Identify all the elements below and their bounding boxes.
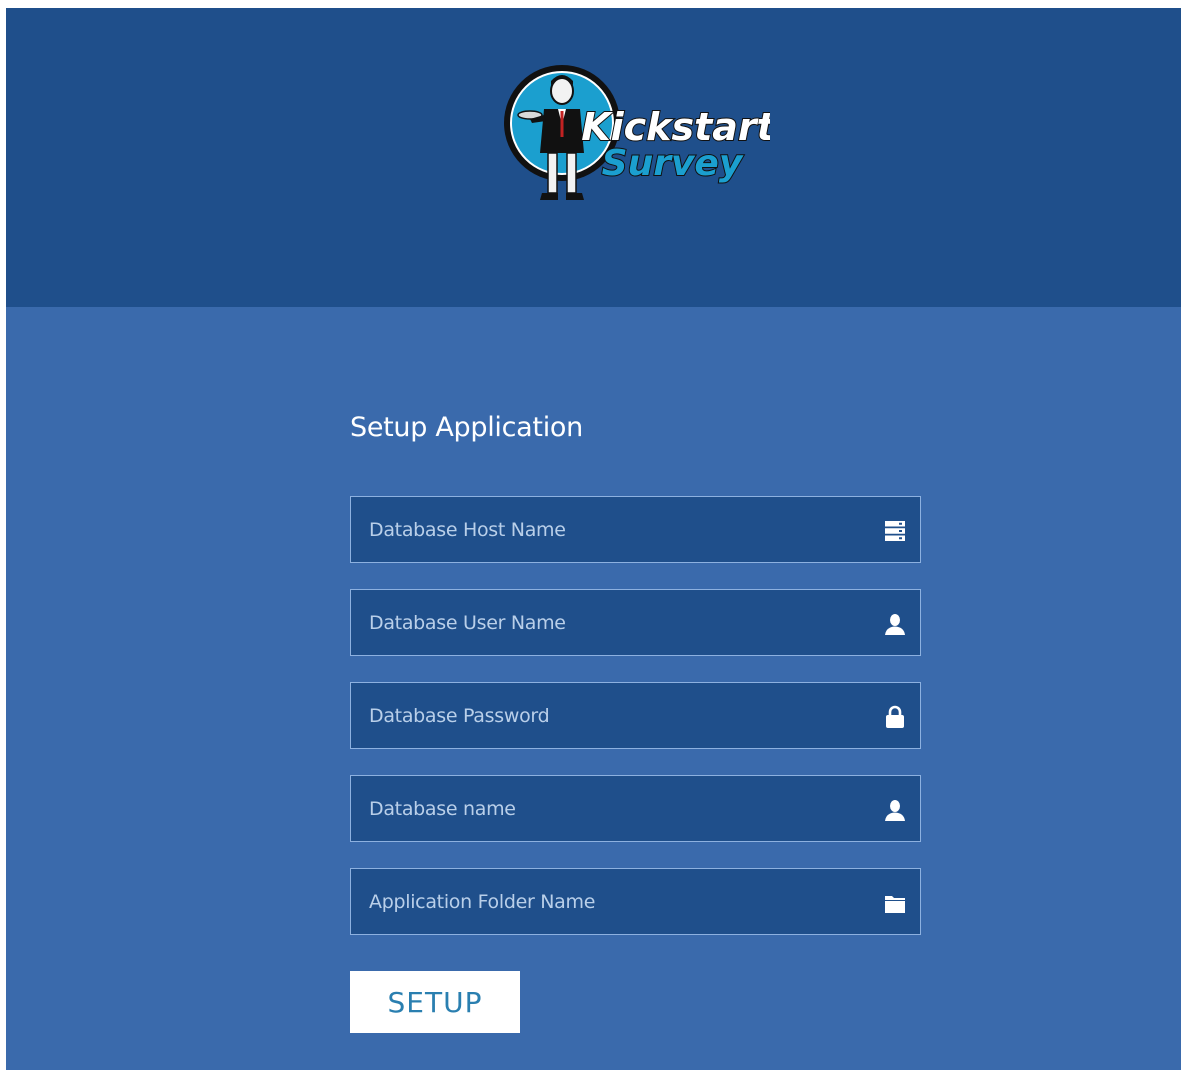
- setup-button[interactable]: SETUP: [350, 971, 520, 1033]
- page: Kickstart Survey Setup Application Datab…: [6, 8, 1181, 1070]
- server-icon: [885, 521, 905, 541]
- database-host-input[interactable]: [351, 497, 920, 562]
- logo-text-survey: Survey: [602, 143, 744, 184]
- lock-icon: [886, 705, 904, 728]
- folder-icon: [885, 896, 905, 913]
- database-password-field[interactable]: [350, 682, 921, 749]
- database-user-field[interactable]: [350, 589, 921, 656]
- application-folder-input[interactable]: [351, 869, 920, 934]
- database-host-field[interactable]: [350, 496, 921, 563]
- application-folder-field[interactable]: [350, 868, 921, 935]
- form-title: Setup Application: [350, 412, 583, 443]
- database-name-field[interactable]: [350, 775, 921, 842]
- database-user-input[interactable]: [351, 590, 920, 655]
- user-icon: [885, 614, 905, 635]
- header-banner: Kickstart Survey: [6, 8, 1181, 307]
- database-password-input[interactable]: [351, 683, 920, 748]
- kickstart-survey-logo: Kickstart Survey: [504, 65, 770, 200]
- database-name-input[interactable]: [351, 776, 920, 841]
- user-icon: [885, 800, 905, 821]
